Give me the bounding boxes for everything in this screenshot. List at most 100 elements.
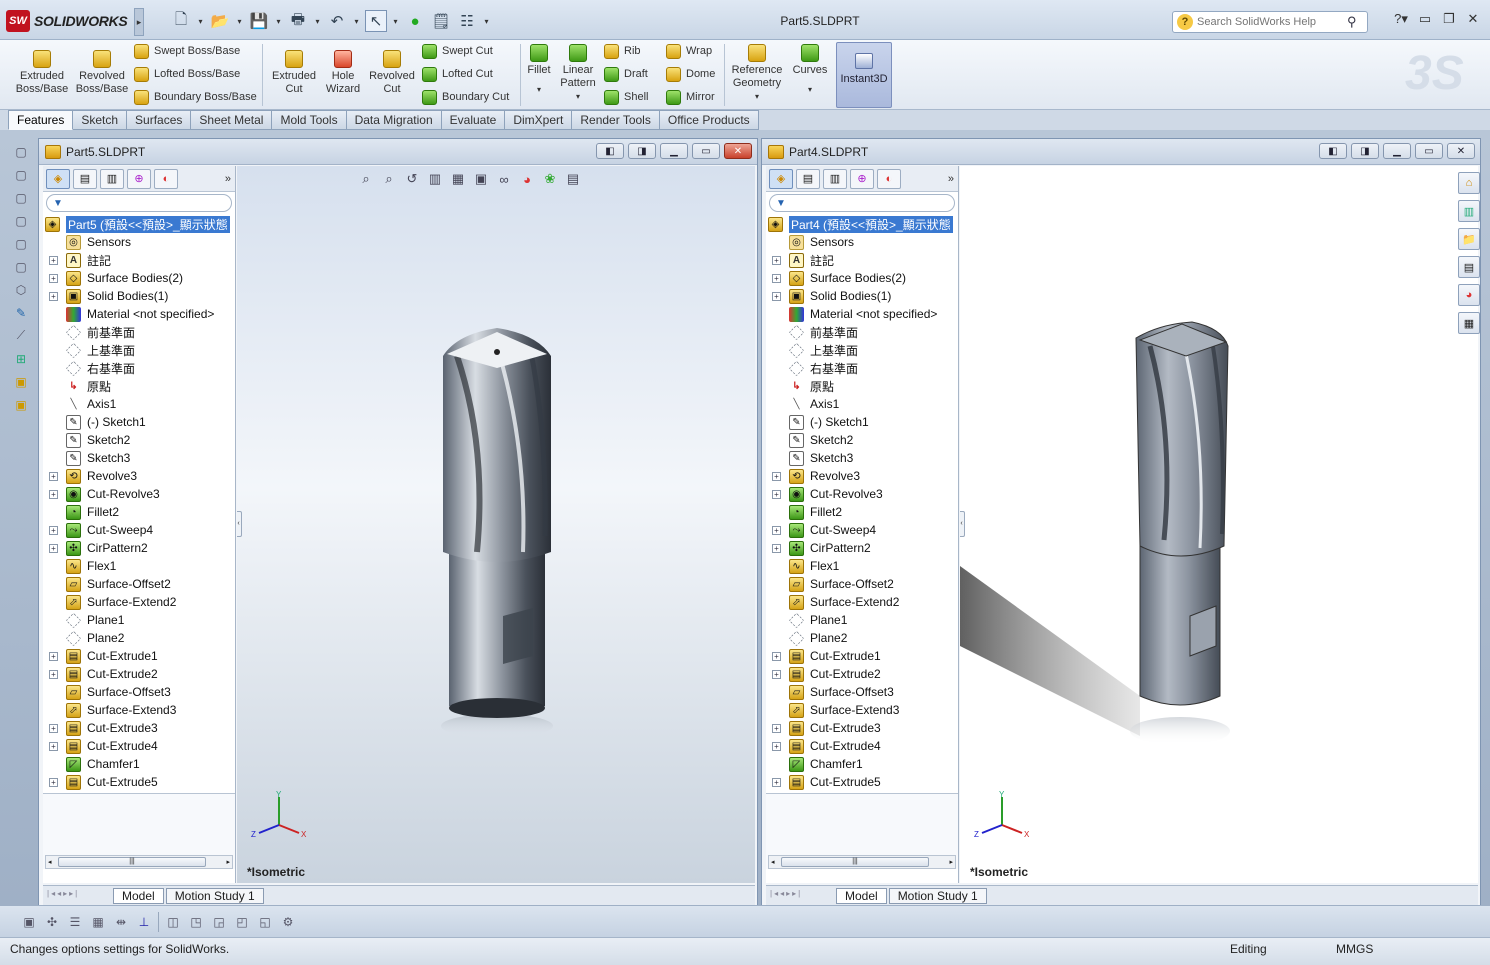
- tree-item[interactable]: + ▤ Cut-Extrude5: [43, 773, 235, 791]
- toolbar-tool-icon[interactable]: ▦: [89, 913, 107, 931]
- lofted-boss-button[interactable]: Lofted Boss/Base: [134, 64, 240, 84]
- tile-left-icon[interactable]: ◧: [596, 143, 624, 159]
- tree-item[interactable]: 前基準面: [766, 323, 958, 341]
- tree-item[interactable]: Plane1: [766, 611, 958, 629]
- section-view-icon[interactable]: ▥: [426, 170, 444, 188]
- tree-item[interactable]: Plane1: [43, 611, 235, 629]
- expand-toggle-icon[interactable]: +: [49, 543, 58, 553]
- help-menu-icon[interactable]: ?▾: [1392, 10, 1410, 28]
- panel-collapse-handle[interactable]: ‹: [237, 511, 242, 537]
- tree-item[interactable]: + ◇ Surface Bodies(2): [766, 269, 958, 287]
- tree-item[interactable]: + ▣ Solid Bodies(1): [766, 287, 958, 305]
- cut-feature-icon[interactable]: ▣: [12, 395, 30, 414]
- expand-toggle-icon[interactable]: +: [49, 273, 58, 283]
- feature-tree-tab-icon[interactable]: ◈: [769, 168, 793, 189]
- expand-toggle-icon[interactable]: +: [772, 669, 781, 679]
- right-view-icon[interactable]: ▢: [12, 211, 30, 230]
- tree-item[interactable]: ◎ Sensors: [43, 233, 235, 251]
- tree-item[interactable]: ◔ Fillet2: [43, 503, 235, 521]
- tree-item[interactable]: + ✣ CirPattern2: [43, 539, 235, 557]
- undo-dropdown-icon[interactable]: ▾: [352, 10, 361, 32]
- configuration-manager-tab-icon[interactable]: ▥: [100, 168, 124, 189]
- expand-toggle-icon[interactable]: +: [772, 723, 781, 733]
- instant3d-button[interactable]: Instant3D: [836, 42, 892, 108]
- toolbar-tool-icon[interactable]: ◫: [164, 913, 182, 931]
- swept-boss-button[interactable]: Swept Boss/Base: [134, 41, 240, 61]
- file-explorer-icon[interactable]: 📁: [1458, 228, 1480, 250]
- tree-item[interactable]: ∿ Flex1: [43, 557, 235, 575]
- file-properties-icon[interactable]: 🗒: [430, 10, 452, 32]
- tab-model[interactable]: Model: [836, 887, 887, 904]
- scroll-thumb[interactable]: |||: [781, 857, 929, 867]
- relations-icon[interactable]: ⊞: [12, 349, 30, 368]
- scroll-left-icon[interactable]: ◂: [48, 858, 52, 866]
- tree-item[interactable]: + ✣ CirPattern2: [766, 539, 958, 557]
- tree-filter[interactable]: ▼: [769, 194, 955, 212]
- design-library-icon[interactable]: ▥: [1458, 200, 1480, 222]
- tree-item[interactable]: ⬀ Surface-Extend3: [43, 701, 235, 719]
- tree-item[interactable]: + ◇ Surface Bodies(2): [43, 269, 235, 287]
- expand-toggle-icon[interactable]: +: [772, 651, 781, 661]
- shell-button[interactable]: Shell: [604, 87, 648, 107]
- display-manager-tab-icon[interactable]: ◐: [877, 168, 901, 189]
- feature-tree-tab-icon[interactable]: ◈: [46, 168, 70, 189]
- property-manager-tab-icon[interactable]: ▤: [796, 168, 820, 189]
- tree-item[interactable]: + ◉ Cut-Revolve3: [43, 485, 235, 503]
- toolbar-tool-icon[interactable]: ◳: [187, 913, 205, 931]
- tree-item[interactable]: ⬀ Surface-Extend2: [43, 593, 235, 611]
- toolbar-tool-icon[interactable]: ⊥: [135, 913, 153, 931]
- zoom-to-fit-icon[interactable]: ⌕: [357, 170, 375, 188]
- tree-item[interactable]: 右基準面: [43, 359, 235, 377]
- extruded-cut-button[interactable]: Extruded Cut: [268, 50, 320, 96]
- open-folder-icon[interactable]: 📂: [209, 10, 231, 32]
- tree-item[interactable]: + ▤ Cut-Extrude1: [43, 647, 235, 665]
- zoom-to-area-icon[interactable]: ⌕: [380, 170, 398, 188]
- expand-toggle-icon[interactable]: +: [49, 651, 58, 661]
- hole-wizard-button[interactable]: Hole Wizard: [320, 50, 366, 96]
- tree-item[interactable]: ⬀ Surface-Extend2: [766, 593, 958, 611]
- view-orientation-icon[interactable]: ▦: [449, 170, 467, 188]
- top-view-icon[interactable]: ▢: [12, 234, 30, 253]
- doc-maximize-icon[interactable]: ▭: [1415, 143, 1443, 159]
- expand-toggle-icon[interactable]: +: [49, 255, 58, 265]
- tree-item[interactable]: + A 註記: [43, 251, 235, 269]
- dimxpert-tab-icon[interactable]: ⊕: [850, 168, 874, 189]
- restore-icon[interactable]: ❐: [1440, 10, 1458, 28]
- expand-toggle-icon[interactable]: +: [772, 291, 781, 301]
- tab-dimxpert[interactable]: DimXpert: [505, 110, 573, 130]
- minimize-icon[interactable]: ▭: [1416, 10, 1434, 28]
- boundary-boss-button[interactable]: Boundary Boss/Base: [134, 87, 257, 107]
- expand-toggle-icon[interactable]: +: [49, 741, 58, 751]
- menu-expand-arrow[interactable]: ▸: [134, 8, 144, 36]
- open-dropdown-icon[interactable]: ▾: [235, 10, 244, 32]
- doc-minimize-icon[interactable]: ▁: [660, 143, 688, 159]
- save-icon[interactable]: 💾: [248, 10, 270, 32]
- tree-item[interactable]: + ▣ Solid Bodies(1): [43, 287, 235, 305]
- tree-item[interactable]: ╲ Axis1: [43, 395, 235, 413]
- expand-toggle-icon[interactable]: +: [49, 489, 58, 499]
- close-icon[interactable]: ✕: [1464, 10, 1482, 28]
- boss-feature-icon[interactable]: ▣: [12, 372, 30, 391]
- tree-filter[interactable]: ▼: [46, 194, 232, 212]
- more-tabs-icon[interactable]: »: [225, 173, 231, 185]
- tile-right-icon[interactable]: ◨: [1351, 143, 1379, 159]
- tab-motion-study[interactable]: Motion Study 1: [165, 887, 264, 904]
- property-manager-tab-icon[interactable]: ▤: [73, 168, 97, 189]
- tab-evaluate[interactable]: Evaluate: [441, 110, 506, 130]
- fillet-button[interactable]: Fillet ▾: [524, 44, 554, 96]
- tree-item[interactable]: ◸ Chamfer1: [766, 755, 958, 773]
- isometric-view-icon[interactable]: ⬡: [12, 280, 30, 299]
- tree-item[interactable]: 上基準面: [766, 341, 958, 359]
- dome-button[interactable]: Dome: [666, 64, 715, 84]
- toolbar-tool-icon[interactable]: ▣: [20, 913, 38, 931]
- edit-appearance-icon[interactable]: ◕: [518, 170, 536, 188]
- tree-item[interactable]: ▱ Surface-Offset2: [766, 575, 958, 593]
- home-icon[interactable]: ⌂: [1458, 172, 1480, 194]
- rebuild-traffic-light-icon[interactable]: ●: [404, 10, 426, 32]
- appearances-icon[interactable]: ◕: [1458, 284, 1480, 306]
- mirror-button[interactable]: Mirror: [666, 87, 715, 107]
- tree-item[interactable]: Material <not specified>: [43, 305, 235, 323]
- doc-maximize-icon[interactable]: ▭: [692, 143, 720, 159]
- scroll-right-icon[interactable]: ▸: [949, 858, 953, 866]
- tree-item[interactable]: ╲ Axis1: [766, 395, 958, 413]
